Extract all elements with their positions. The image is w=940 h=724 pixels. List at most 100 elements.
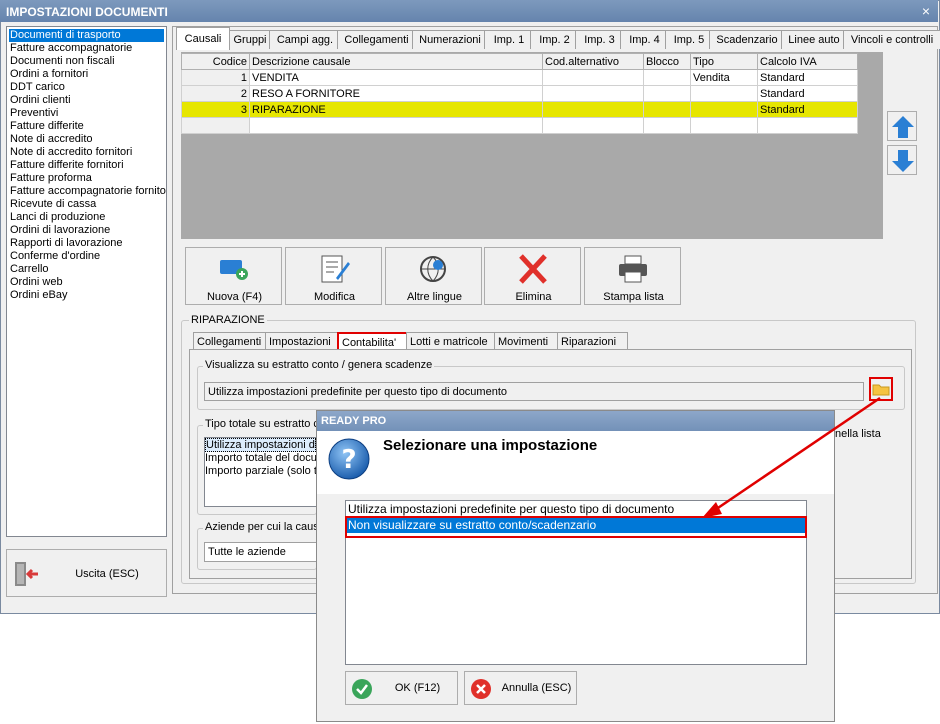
grid-cell [542,69,644,86]
folder-icon [872,384,890,396]
column-header[interactable]: Tipo [690,53,758,70]
languages-button[interactable]: Altre lingue [385,247,482,305]
doc-type-item[interactable]: Carrello [9,263,164,276]
doc-type-item[interactable]: DDT carico [9,81,164,94]
total-type-list[interactable]: Utilizza impostazioni di Importo totale … [204,437,317,507]
grid-cell [643,69,691,86]
tab-imp-4[interactable]: Imp. 4 [620,30,669,49]
table-row[interactable]: 2 RESO A FORNITORE Standard [181,85,858,102]
section-title: RIPARAZIONE [189,314,267,326]
edit-document-icon [321,255,350,283]
grid-cell [643,117,691,134]
new-button[interactable]: Nuova (F4) [185,247,282,305]
column-header[interactable]: Blocco [643,53,691,70]
grid-cell [643,101,691,118]
cancel-button-label: Annulla (ESC) [501,682,572,694]
doc-type-item[interactable]: Fatture differite fornitori [9,159,164,172]
dialog-title: READY PRO [317,411,834,431]
doc-type-item[interactable]: Fatture proforma [9,172,164,185]
total-type-title: Tipo totale su estratto c [203,418,316,430]
grid-cell: Vendita [690,69,758,86]
doc-type-item[interactable]: Ordini clienti [9,94,164,107]
tab-imp-5[interactable]: Imp. 5 [665,30,713,49]
doc-type-item[interactable]: Documenti di trasporto [9,29,164,42]
tab-gruppi[interactable]: Gruppi [226,30,274,49]
list-item[interactable]: Utilizza impostazioni predefinite per qu… [346,501,806,517]
grid-cell [690,101,758,118]
doc-type-item[interactable]: Lanci di produzione [9,211,164,224]
doc-type-item[interactable]: Conferme d'ordine [9,250,164,263]
tab-campi-agg-[interactable]: Campi agg. [269,30,341,49]
new-item-icon [220,260,248,280]
edit-button[interactable]: Modifica [285,247,382,305]
move-down-button[interactable] [887,145,917,175]
doc-type-item[interactable]: Documenti non fiscali [9,55,164,68]
select-setting-dialog: READY PRO ? Selezionare una impostazione… [316,410,835,722]
column-header[interactable]: Descrizione causale [249,53,543,70]
doc-type-item[interactable]: Ordini di lavorazione [9,224,164,237]
exit-button[interactable]: Uscita (ESC) [6,549,167,597]
dialog-header: ? Selezionare una impostazione [317,431,834,494]
doc-type-item[interactable]: Ordini web [9,276,164,289]
edit-button-label: Modifica [314,291,355,303]
list-item[interactable]: Importo totale del docu [205,452,316,465]
doc-type-item[interactable]: Ordini a fornitori [9,68,164,81]
doc-type-item[interactable]: Fatture accompagnatorie [9,42,164,55]
doc-type-item[interactable]: Ordini eBay [9,289,164,302]
print-list-button-label: Stampa lista [603,291,664,303]
doc-type-item[interactable]: Note di accredito [9,133,164,146]
grid-cell [643,85,691,102]
doc-type-item[interactable]: Note di accredito fornitori [9,146,164,159]
grid-cell: 2 [181,85,250,102]
close-icon[interactable]: × [918,3,934,19]
grid-cell [690,85,758,102]
column-header[interactable]: Codice [181,53,250,70]
document-type-list[interactable]: Documenti di trasporto Fatture accompagna… [6,26,167,537]
new-button-label: Nuova (F4) [206,291,263,303]
tab-collegamenti[interactable]: Collegamenti [337,30,416,49]
delete-button[interactable]: Elimina [484,247,581,305]
tab-vincoli-e-controlli[interactable]: Vincoli e controlli [843,30,940,49]
delete-button-label: Elimina [515,291,552,303]
doc-type-item[interactable]: Fatture differite [9,120,164,133]
tab-scadenzario[interactable]: Scadenzario [709,30,785,49]
doc-type-item[interactable]: Rapporti di lavorazione [9,237,164,250]
ok-button[interactable]: OK (F12) [345,671,458,705]
causali-grid[interactable]: Codice Descrizione causale Cod.alternati… [181,53,858,134]
list-item[interactable]: Utilizza impostazioni di [205,438,316,452]
doc-type-item[interactable]: Preventivi [9,107,164,120]
tab-imp-1[interactable]: Imp. 1 [484,30,534,49]
tab-causali[interactable]: Causali [176,27,230,50]
cancel-button[interactable]: Annulla (ESC) [464,671,577,705]
table-row-empty[interactable] [181,117,858,134]
grid-cell [249,117,543,134]
grid-cell: Standard [757,69,858,86]
doc-type-item[interactable]: Fatture accompagnatorie fornito [9,185,166,198]
window-title: IMPOSTAZIONI DOCUMENTI [6,5,168,19]
arrow-up-icon [892,116,914,138]
move-up-button[interactable] [887,111,917,141]
table-row[interactable]: 1 VENDITA Vendita Standard [181,69,858,86]
exit-button-label: Uscita (ESC) [75,568,139,580]
check-icon [352,679,372,699]
tab-numerazioni[interactable]: Numerazioni [412,30,488,49]
grid-cell: RESO A FORNITORE [249,85,543,102]
grid-cell: VENDITA [249,69,543,86]
tab-linee-auto[interactable]: Linee auto [781,30,847,49]
list-item[interactable]: Importo parziale (solo t [205,465,316,478]
tab-imp-3[interactable]: Imp. 3 [575,30,624,49]
statement-field[interactable]: Utilizza impostazioni predefinite per qu… [204,382,864,401]
print-list-button[interactable]: Stampa lista [584,247,681,305]
doc-type-item[interactable]: Ricevute di cassa [9,198,164,211]
tab-imp-2[interactable]: Imp. 2 [530,30,579,49]
companies-select[interactable]: Tutte le aziende [204,542,317,562]
browse-button[interactable] [869,377,893,401]
grid-cell: Standard [757,85,858,102]
grid-cell: Standard [757,101,858,118]
table-row-selected[interactable]: 3 RIPARAZIONE Standard [181,101,858,118]
grid-cell [757,117,858,134]
column-header[interactable]: Calcolo IVA [757,53,858,70]
svg-text:?: ? [341,445,356,475]
globe-pin-icon [420,256,446,282]
column-header[interactable]: Cod.alternativo [542,53,644,70]
